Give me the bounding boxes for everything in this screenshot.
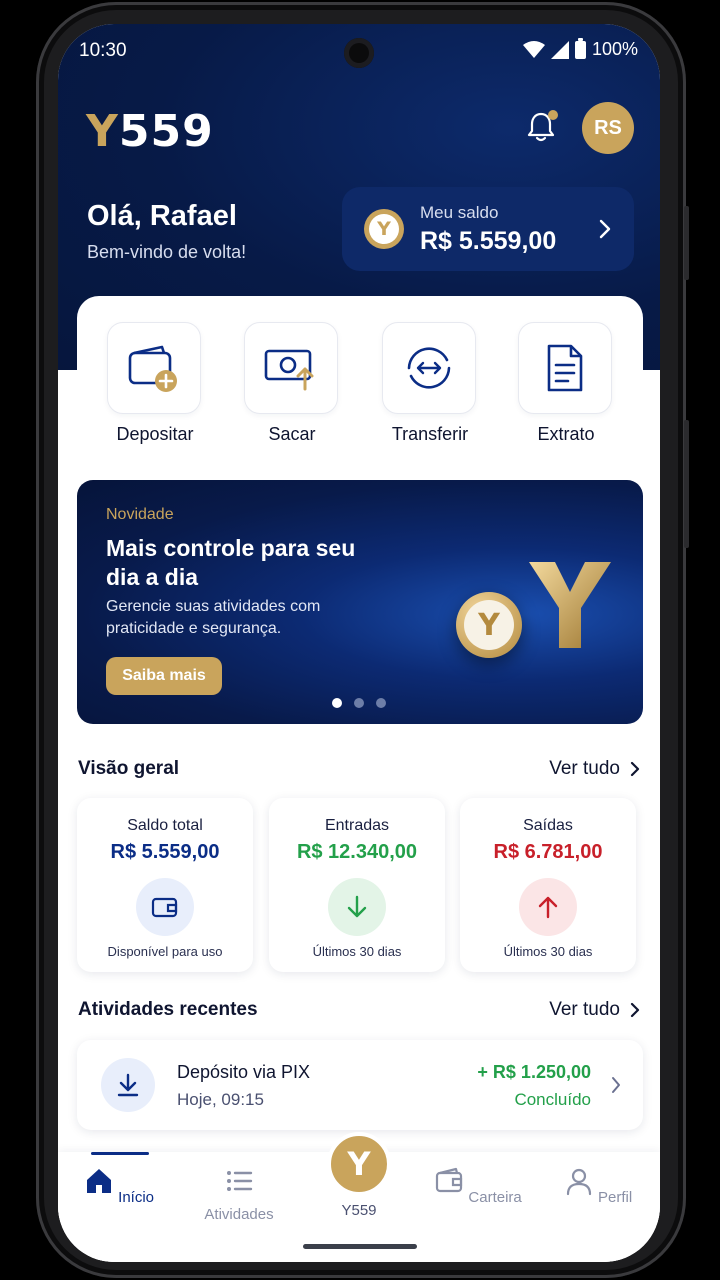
chevron-right-icon — [612, 1077, 620, 1093]
see-all-label: Ver tudo — [549, 999, 620, 1020]
banner-eyebrow: Novidade — [106, 506, 174, 523]
activity-time: Hoje, 09:15 — [177, 1090, 264, 1109]
action-depositar[interactable]: Depositar — [107, 322, 203, 445]
action-extrato[interactable]: Extrato — [518, 322, 614, 445]
stat-sub: Disponível para uso — [107, 944, 223, 959]
carousel-dot[interactable] — [376, 698, 386, 708]
list-item[interactable]: Depósito via PIX Hoje, 09:15 + R$ 1.250,… — [77, 1040, 643, 1130]
stat-card-saidas[interactable]: Saídas R$ 6.781,00 Últimos 30 dias — [460, 798, 636, 972]
list-icon — [227, 1171, 253, 1191]
activity-icon-circle — [101, 1058, 155, 1112]
nav-item-atividades[interactable]: Atividades — [189, 1166, 289, 1223]
status-icons: 100% — [522, 37, 638, 60]
wallet-icon — [436, 1167, 463, 1193]
nav-label: Atividades — [204, 1206, 274, 1223]
activity-amount: + R$ 1.250,00 — [477, 1062, 591, 1082]
transfer-icon — [407, 347, 451, 389]
balance-value: R$ 5.559,00 — [420, 227, 557, 255]
app-logo: Y559 — [86, 106, 214, 157]
stat-label: Saldo total — [127, 817, 203, 834]
balance-card[interactable]: Y Meu saldo R$ 5.559,00 — [342, 187, 634, 271]
status-bar: 10:30 100% — [58, 24, 660, 76]
power-button — [684, 206, 689, 280]
action-label: Extrato — [537, 424, 595, 444]
overview-see-all-link[interactable]: Ver tudo — [549, 758, 640, 780]
stat-value: R$ 5.559,00 — [110, 841, 220, 863]
stat-icon-circle — [136, 878, 194, 936]
see-all-label: Ver tudo — [549, 758, 620, 779]
action-icon-box — [107, 322, 201, 414]
stat-sub: Últimos 30 dias — [312, 944, 402, 959]
avatar[interactable]: RS — [582, 102, 634, 154]
y-logo-icon — [529, 562, 611, 648]
carousel-dot[interactable] — [332, 698, 342, 708]
nav-label: Perfil — [597, 1189, 633, 1206]
stat-sub: Últimos 30 dias — [503, 944, 593, 959]
banner-title: Mais controle para seu dia a dia — [106, 535, 356, 590]
stat-value: R$ 6.781,00 — [493, 841, 603, 863]
y559-logo-icon[interactable]: Y — [327, 1132, 391, 1196]
user-icon — [566, 1168, 591, 1196]
battery-level: 100% — [591, 39, 638, 59]
activity-status: Concluído — [514, 1090, 591, 1109]
front-camera — [344, 38, 374, 68]
stat-icon-circle — [519, 878, 577, 936]
activity-title: Depósito via PIX — [177, 1062, 311, 1082]
signal-icon — [550, 40, 569, 59]
notification-dot — [548, 110, 558, 120]
chevron-right-icon — [630, 1002, 640, 1018]
status-time: 10:30 — [79, 40, 127, 61]
action-icon-box — [382, 322, 476, 414]
wifi-icon — [522, 40, 545, 58]
cash-withdraw-icon — [264, 349, 314, 391]
chevron-right-icon — [599, 219, 611, 239]
banner-text: Gerencie suas atividades com praticidade… — [106, 598, 321, 637]
coin-icon: Y — [364, 209, 404, 249]
nav-item-inicio[interactable]: Início — [69, 1166, 169, 1206]
action-sacar[interactable]: Sacar — [244, 322, 340, 445]
stat-card-saldo-total[interactable]: Saldo total R$ 5.559,00 Disponível para … — [77, 798, 253, 972]
bottom-nav: Início Atividades Y Y559 Carteira Perfil — [58, 1132, 660, 1262]
action-label: Depositar — [116, 424, 194, 444]
promo-banner[interactable]: Novidade Mais controle para seu dia a di… — [77, 480, 643, 724]
nav-item-carteira[interactable]: Carteira — [428, 1166, 528, 1206]
chevron-right-icon — [630, 761, 640, 777]
battery-icon — [574, 37, 586, 59]
nav-label: Início — [118, 1189, 155, 1206]
wallet-plus-icon — [128, 345, 177, 392]
stat-label: Entradas — [324, 817, 390, 834]
download-icon — [117, 1073, 139, 1097]
action-label: Transferir — [391, 424, 469, 444]
activities-title: Atividades recentes — [78, 999, 258, 1020]
overview-title: Visão geral — [78, 758, 180, 779]
action-icon-box — [244, 322, 338, 414]
greeting: Olá, Rafael — [87, 200, 237, 232]
stat-card-entradas[interactable]: Entradas R$ 12.340,00 Últimos 30 dias — [269, 798, 445, 972]
arrow-down-icon — [347, 895, 367, 918]
document-icon — [547, 344, 583, 392]
nav-label: Carteira — [468, 1189, 522, 1206]
app-screen: 10:30 100% Y559 RS Olá, Rafael Bem-vindo… — [58, 24, 660, 1262]
action-transferir[interactable]: Transferir — [382, 322, 478, 445]
wallet-icon — [151, 897, 178, 918]
carousel-dots — [332, 698, 386, 708]
nav-label: Y559 — [341, 1202, 377, 1219]
home-indicator[interactable] — [303, 1244, 417, 1249]
carousel-dot[interactable] — [354, 698, 364, 708]
volume-button — [684, 420, 689, 548]
balance-label: Meu saldo — [420, 203, 499, 222]
stat-value: R$ 12.340,00 — [296, 841, 418, 863]
welcome-text: Bem-vindo de volta! — [87, 242, 247, 262]
action-icon-box — [518, 322, 612, 414]
arrow-up-icon — [538, 896, 558, 919]
nav-active-indicator — [91, 1152, 149, 1155]
activities-see-all-link[interactable]: Ver tudo — [549, 999, 640, 1021]
banner-coin-icon: Y — [456, 592, 522, 658]
stat-icon-circle — [328, 878, 386, 936]
nav-item-perfil[interactable]: Perfil — [548, 1166, 648, 1206]
home-icon — [86, 1169, 111, 1193]
stat-label: Saídas — [523, 817, 573, 834]
action-label: Sacar — [268, 424, 316, 444]
learn-more-button[interactable]: Saiba mais — [106, 657, 222, 695]
